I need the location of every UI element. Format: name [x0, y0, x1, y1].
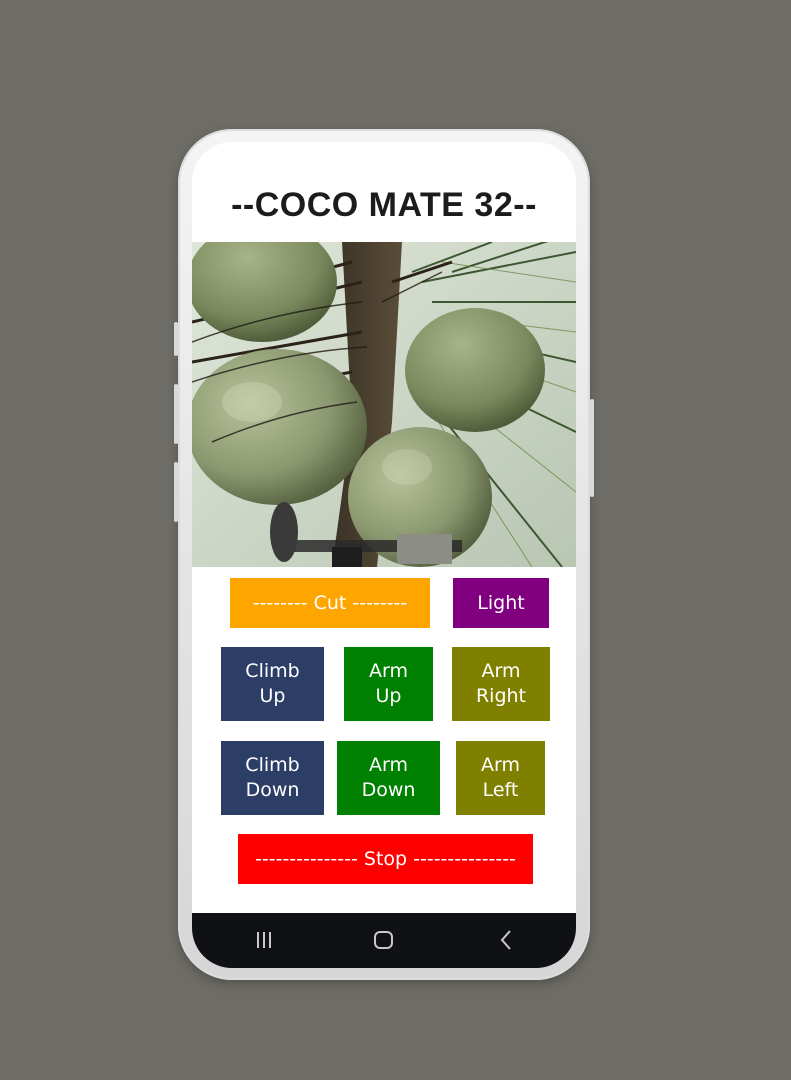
cut-button[interactable]: -------- Cut -------- [230, 578, 430, 628]
bixby-button [174, 462, 178, 522]
camera-image [192, 242, 576, 567]
arm-down-button[interactable]: Arm Down [337, 741, 440, 815]
volume-down-button [174, 384, 178, 444]
android-navbar [192, 913, 576, 968]
back-icon[interactable] [486, 925, 526, 955]
arm-right-button[interactable]: Arm Right [452, 647, 550, 721]
stop-button[interactable]: --------------- Stop --------------- [238, 834, 533, 884]
phone-screen: --COCO MATE 32-- -------- Cut -------- L… [192, 142, 576, 968]
recent-apps-icon[interactable] [244, 925, 284, 955]
home-icon[interactable] [364, 925, 404, 955]
power-button [590, 399, 594, 497]
arm-left-button[interactable]: Arm Left [456, 741, 545, 815]
app-title: --COCO MATE 32-- [231, 186, 537, 224]
camera-feed [192, 242, 576, 567]
climb-down-button[interactable]: Climb Down [221, 741, 324, 815]
climb-up-button[interactable]: Climb Up [221, 647, 324, 721]
arm-up-button[interactable]: Arm Up [344, 647, 433, 721]
light-button[interactable]: Light [453, 578, 549, 628]
volume-up-button [174, 322, 178, 356]
phone-frame: --COCO MATE 32-- -------- Cut -------- L… [174, 129, 594, 980]
